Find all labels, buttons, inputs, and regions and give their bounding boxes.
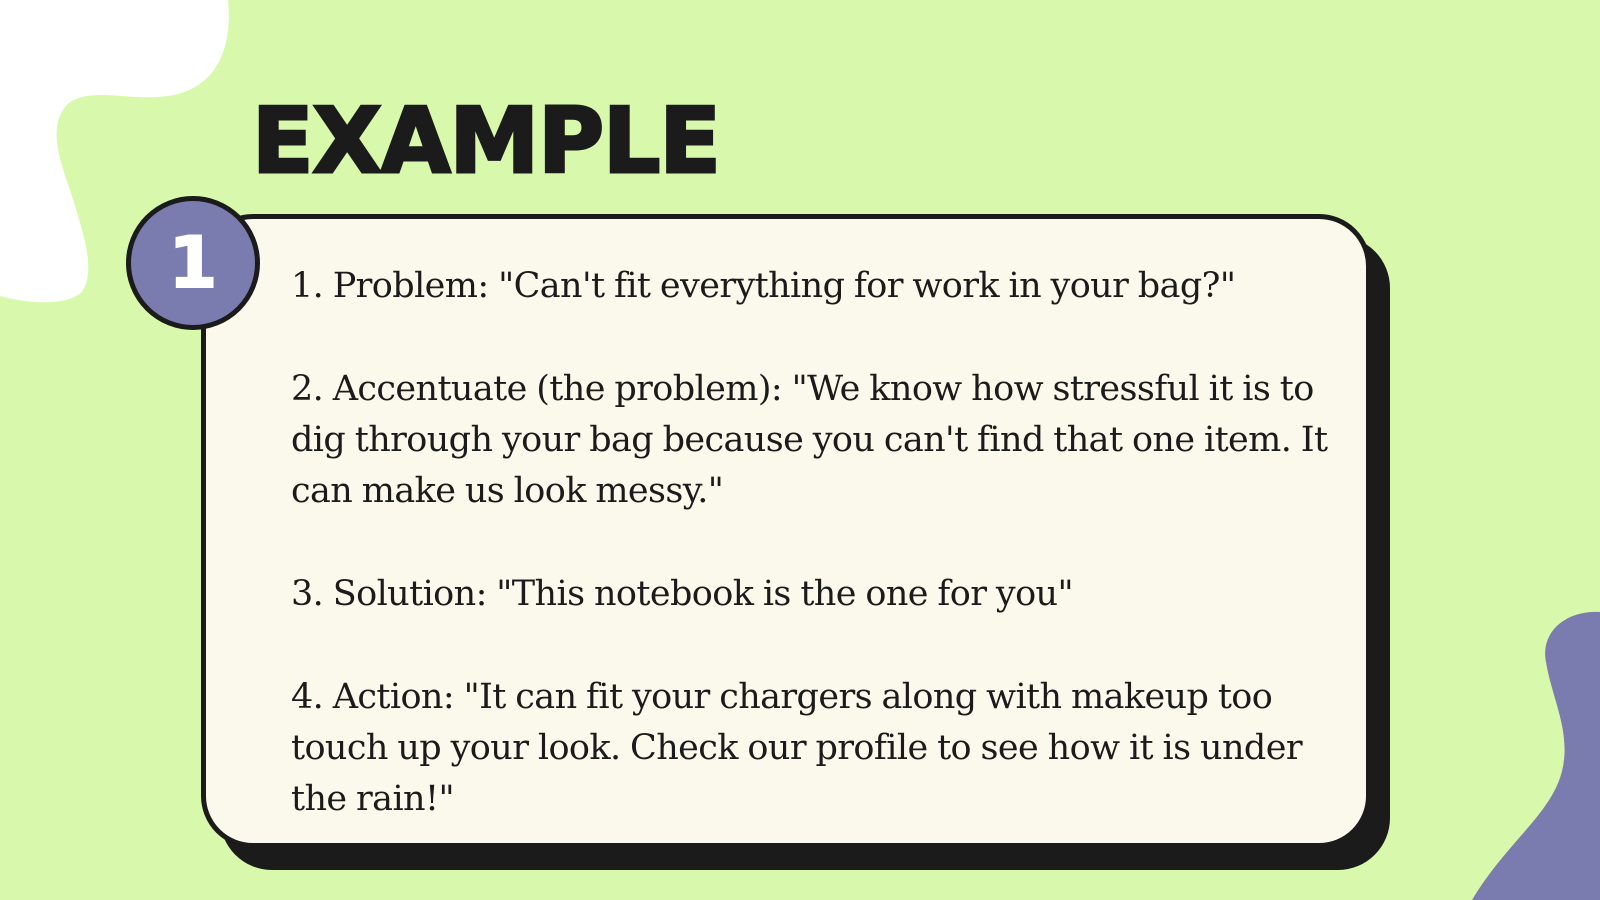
page-title: EXAMPLE xyxy=(251,89,723,194)
badge-number: 1 xyxy=(168,222,219,304)
example-card: 1. Problem: "Can't fit everything for wo… xyxy=(201,214,1371,848)
purple-blob-shape xyxy=(1472,611,1600,900)
number-badge: 1 xyxy=(126,196,260,330)
step-problem: 1. Problem: "Can't fit everything for wo… xyxy=(291,266,1236,306)
step-action: 4. Action: "It can fit your chargers alo… xyxy=(291,677,1303,819)
step-solution: 3. Solution: "This notebook is the one f… xyxy=(291,574,1074,614)
step-accentuate: 2. Accentuate (the problem): "We know ho… xyxy=(291,369,1328,511)
